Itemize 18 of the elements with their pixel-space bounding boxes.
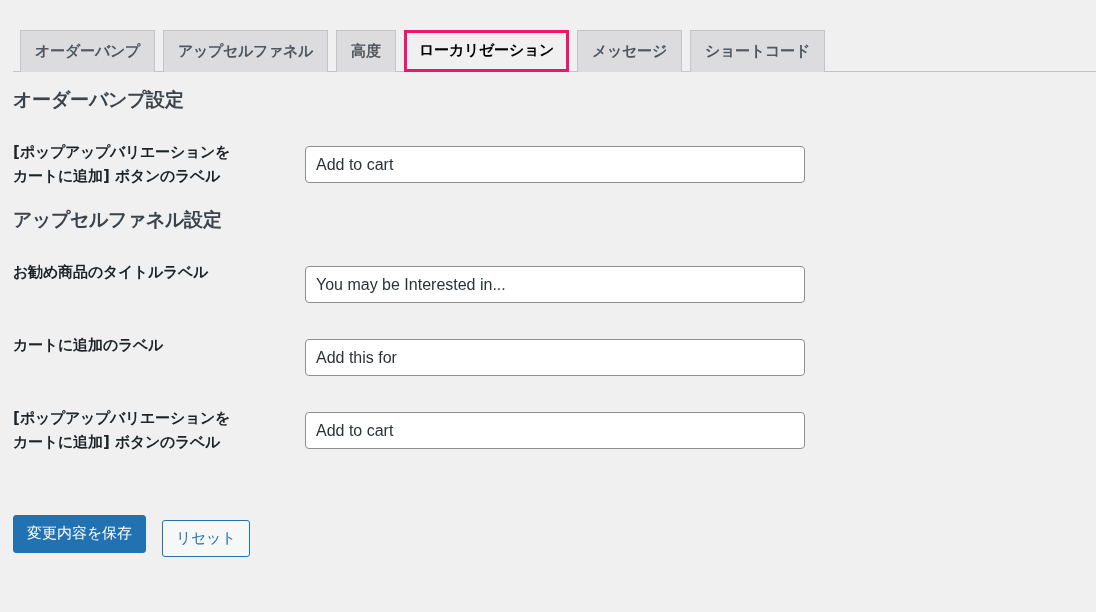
tab[interactable]: メッセージ [577, 30, 682, 72]
field-label: [ポップアップバリエーションをカートに追加] ボタンのラベル [13, 408, 231, 453]
save-button[interactable]: 変更内容を保存 [13, 514, 146, 553]
tab[interactable]: 高度 [336, 30, 396, 72]
tab[interactable]: ローカリゼーション [404, 30, 569, 72]
input-field[interactable]: Add to cart [305, 146, 805, 183]
input-field[interactable]: Add this for [305, 339, 805, 376]
tab[interactable]: アップセルファネル [163, 30, 328, 72]
input-field[interactable]: You may be Interested in... [305, 266, 805, 303]
tab[interactable]: ショートコード [690, 30, 825, 72]
reset-button[interactable]: リセット [162, 520, 250, 557]
field-label: [ポップアップバリエーションをカートに追加] ボタンのラベル [13, 142, 231, 187]
input-field[interactable]: Add to cart [305, 412, 805, 449]
field-label: カートに追加のラベル [13, 335, 164, 356]
section-heading: オーダーバンプ設定 [13, 87, 185, 112]
section-heading: アップセルファネル設定 [13, 207, 223, 232]
field-label: お勧め商品のタイトルラベル [13, 262, 209, 283]
tab[interactable]: オーダーバンプ [20, 30, 155, 72]
